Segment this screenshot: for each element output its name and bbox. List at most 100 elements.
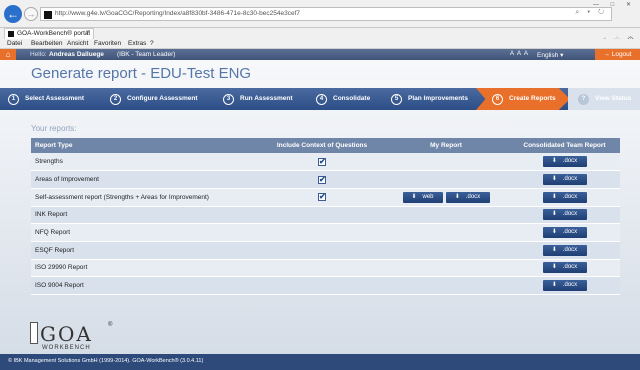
- forward-arrow-icon[interactable]: →: [24, 7, 38, 21]
- my-report-cell: [383, 241, 509, 260]
- logo-text: GOA: [40, 322, 93, 346]
- back-arrow-icon[interactable]: ←: [4, 5, 22, 23]
- context-cell: [261, 259, 383, 278]
- step-view-status[interactable]: ? View Status: [578, 88, 631, 110]
- tab-close-icon[interactable]: ×: [86, 29, 90, 36]
- menu-help[interactable]: ?: [150, 40, 154, 47]
- team-report-cell: ⬇ .docx: [509, 206, 620, 225]
- step-number: 5: [391, 93, 402, 105]
- button-label: web: [422, 193, 434, 200]
- window-controls-icon[interactable]: — □ ✕: [593, 1, 636, 8]
- button-label: .docx: [562, 176, 578, 183]
- step-number: 1: [8, 93, 19, 105]
- team-docx-button[interactable]: ⬇ .docx: [542, 227, 587, 239]
- button-label: .docx: [562, 264, 578, 271]
- table-row: ESQF Report ⬇ .docx: [31, 241, 620, 260]
- home-icon[interactable]: ⌂: [0, 49, 16, 60]
- team-report-cell: ⬇ .docx: [509, 153, 620, 172]
- team-report-cell: ⬇ .docx: [509, 170, 620, 189]
- team-docx-button[interactable]: ⬇ .docx: [542, 244, 587, 256]
- team-docx-button[interactable]: ⬇ .docx: [542, 156, 587, 168]
- tab-strip: GOA-WorkBench® portal × ⌂ ☆ ⚙: [0, 28, 640, 44]
- my-report-cell: [383, 206, 509, 225]
- download-icon: ⬇: [551, 176, 557, 183]
- my-report-cell: [383, 170, 509, 189]
- col-header-my-report: My Report: [383, 138, 509, 153]
- reports-heading: Your reports:: [31, 124, 77, 133]
- team-docx-button[interactable]: ⬇ .docx: [542, 262, 587, 274]
- context-cell: ✔: [261, 188, 383, 207]
- step-plan-improvements[interactable]: 5 Plan Improvements: [391, 88, 468, 110]
- step-run-assessment[interactable]: 3 Run Assessment: [223, 88, 293, 110]
- page-title: Generate report - EDU-Test ENG: [31, 65, 252, 82]
- team-docx-button[interactable]: ⬇ .docx: [542, 174, 587, 186]
- page-footer: © IBK Management Solutions GmbH (1999-20…: [0, 354, 640, 370]
- context-cell: [261, 276, 383, 295]
- menu-ansicht[interactable]: Ansicht: [67, 40, 88, 47]
- table-row: Self-assessment report (Strengths + Area…: [31, 188, 620, 207]
- team-docx-button[interactable]: ⬇ .docx: [542, 191, 587, 203]
- table-row: Areas of Improvement ✔ ⬇ .docx: [31, 170, 620, 189]
- step-select-assessment[interactable]: 1 Select Assessment: [8, 88, 84, 110]
- my-report-cell: ⬇ web ⬇ .docx: [383, 188, 509, 207]
- table-header-row: Report Type Include Context of Questions…: [31, 138, 620, 153]
- my-report-cell: [383, 153, 509, 172]
- logo-subtitle: WORKBENCH: [42, 345, 91, 351]
- col-header-report-type: Report Type: [31, 138, 261, 153]
- menu-favoriten[interactable]: Favoriten: [94, 40, 121, 47]
- step-label: Select Assessment: [25, 95, 85, 102]
- address-actions-icon[interactable]: ⌕ ▾ ↻: [575, 9, 607, 17]
- report-type: Strengths: [31, 153, 261, 172]
- download-icon: ⬇: [411, 193, 417, 200]
- checkbox-checked-icon[interactable]: ✔: [318, 175, 326, 184]
- menu-bearbeiten[interactable]: Bearbeiten: [31, 40, 62, 47]
- my-report-cell: [383, 276, 509, 295]
- report-type: Self-assessment report (Strengths + Area…: [31, 188, 261, 207]
- tab-favicon-icon: [8, 31, 14, 37]
- font-size-control[interactable]: A A A: [510, 51, 529, 57]
- footer-copyright: © IBK Management Solutions GmbH (1999-20…: [8, 358, 204, 364]
- checkbox-checked-icon[interactable]: ✔: [318, 157, 326, 166]
- menu-datei[interactable]: Datei: [7, 40, 22, 47]
- step-number: ?: [578, 93, 589, 105]
- button-label: .docx: [562, 211, 578, 218]
- download-icon: ⬇: [551, 264, 557, 271]
- menu-extras[interactable]: Extras: [128, 40, 146, 47]
- table-row: Strengths ✔ ⬇ .docx: [31, 153, 620, 172]
- checkbox-checked-icon[interactable]: ✔: [318, 193, 326, 202]
- report-type: ISO 29990 Report: [31, 259, 261, 278]
- team-docx-button[interactable]: ⬇ .docx: [542, 209, 587, 221]
- main-content: Generate report - EDU-Test ENG 1 Select A…: [0, 60, 640, 354]
- wizard-steps: 1 Select Assessment 2 Configure Assessment…: [0, 88, 640, 110]
- step-label: View Status: [595, 95, 632, 102]
- team-report-cell: ⬇ .docx: [509, 188, 620, 207]
- step-label: Create Reports: [509, 95, 556, 102]
- app-header: ⌂ Hello: Andreas Dalluege (IBK - Team Le…: [0, 49, 640, 60]
- button-label: .docx: [562, 193, 578, 200]
- button-label: .docx: [562, 158, 578, 165]
- step-label: Plan Improvements: [408, 95, 468, 102]
- browser-tab[interactable]: GOA-WorkBench® portal ×: [4, 28, 94, 39]
- button-label: .docx: [562, 282, 578, 289]
- step-create-reports[interactable]: 6 Create Reports: [492, 88, 556, 110]
- table-row: ISO 9004 Report ⬇ .docx: [31, 276, 620, 295]
- team-report-cell: ⬇ .docx: [509, 276, 620, 295]
- hello-label: Hello:: [30, 51, 47, 58]
- browser-menubar: Datei Bearbeiten Ansicht Favoriten Extra…: [0, 39, 640, 49]
- language-select[interactable]: English ▾: [537, 51, 563, 59]
- step-consolidate[interactable]: 4 Consolidate: [316, 88, 370, 110]
- col-header-context: Include Context of Questions: [261, 138, 383, 153]
- table-row: INK Report ⬇ .docx: [31, 206, 620, 225]
- url-text: http://www.g4e.lv/GoaCGC/Reporting/Index…: [55, 10, 300, 17]
- goa-workbench-logo: GOA ® WORKBENCH: [30, 322, 130, 352]
- step-configure-assessment[interactable]: 2 Configure Assessment: [110, 88, 198, 110]
- address-bar[interactable]: http://www.g4e.lv/GoaCGC/Reporting/Index…: [40, 7, 612, 21]
- team-docx-button[interactable]: ⬇ .docx: [542, 280, 587, 292]
- logout-button[interactable]: → Logout: [595, 49, 640, 60]
- step-label: Configure Assessment: [127, 95, 198, 102]
- col-header-team-report: Consolidated Team Report: [509, 138, 620, 153]
- my-docx-button[interactable]: ⬇ .docx: [445, 191, 490, 203]
- my-web-button[interactable]: ⬇ web: [402, 191, 443, 203]
- user-name: Andreas Dalluege: [49, 51, 104, 58]
- logo-registered: ®: [108, 322, 113, 328]
